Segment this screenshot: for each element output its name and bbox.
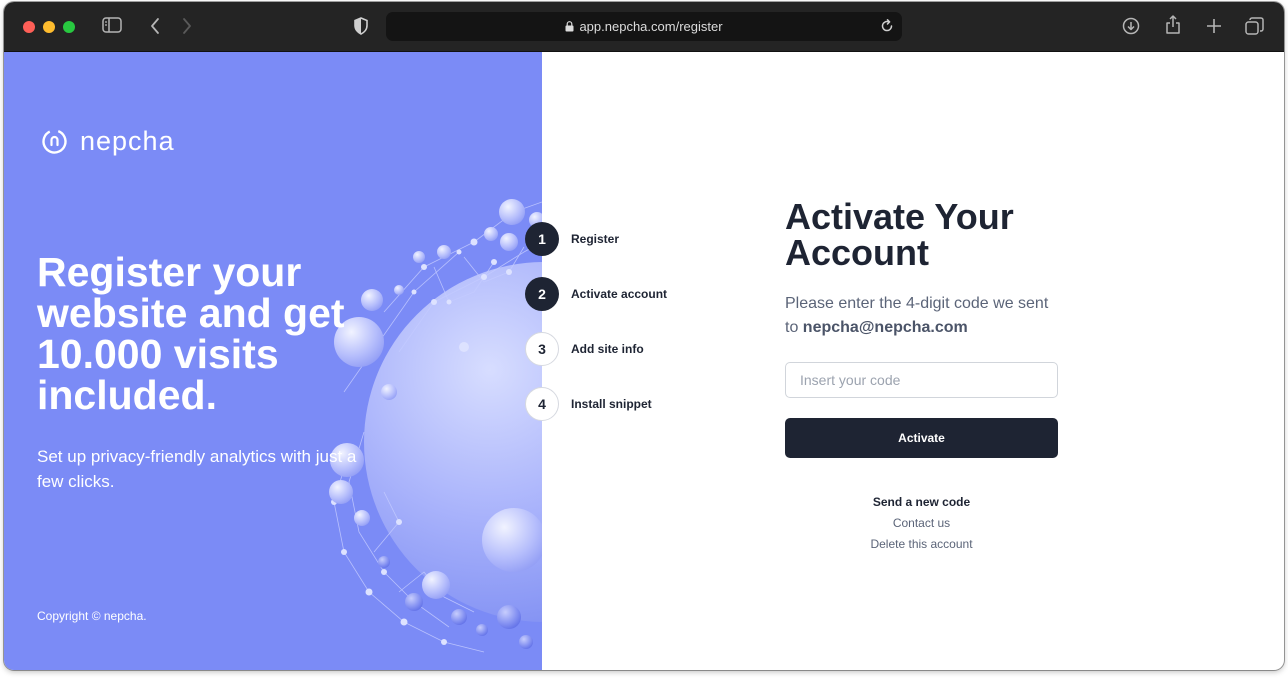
minimize-window-button[interactable]: [43, 21, 55, 33]
close-window-button[interactable]: [23, 21, 35, 33]
send-new-code-link[interactable]: Send a new code: [785, 492, 1058, 513]
activation-code-input[interactable]: [785, 362, 1058, 398]
form-description: Please enter the 4-digit code we sent to…: [785, 292, 1065, 340]
step-add-site-info: 3 Add site info: [525, 332, 644, 366]
lock-icon: [565, 21, 574, 32]
zoom-window-button[interactable]: [63, 21, 75, 33]
copyright-text: Copyright © nepcha.: [37, 609, 147, 623]
browser-toolbar: app.nepcha.com/register: [4, 2, 1284, 52]
step-label: Install snippet: [571, 397, 652, 411]
form-links: Send a new code Contact us Delete this a…: [785, 492, 1058, 555]
address-url: app.nepcha.com/register: [386, 12, 902, 41]
step-number: 4: [525, 387, 559, 421]
tab-overview-icon[interactable]: [1245, 17, 1264, 40]
step-label: Add site info: [571, 342, 644, 356]
nepcha-logo-icon: [42, 129, 67, 154]
reload-icon[interactable]: [880, 19, 894, 38]
step-install-snippet: 4 Install snippet: [525, 387, 652, 421]
left-hero-panel: nepcha Register your website and get 10.…: [4, 52, 542, 670]
activate-button[interactable]: Activate: [785, 418, 1058, 458]
step-number: 2: [525, 277, 559, 311]
forward-arrow-icon[interactable]: [181, 17, 193, 40]
logo-wordmark: nepcha: [80, 126, 175, 156]
back-arrow-icon[interactable]: [149, 17, 161, 40]
sidebar-toggle-icon[interactable]: [102, 17, 122, 38]
privacy-shield-icon[interactable]: [354, 17, 368, 40]
browser-window: app.nepcha.com/register nepcha Register …: [4, 2, 1284, 670]
step-label: Register: [571, 232, 620, 246]
step-label: Activate account: [571, 287, 668, 301]
address-bar[interactable]: app.nepcha.com/register: [386, 12, 902, 41]
contact-us-link[interactable]: Contact us: [785, 513, 1058, 534]
url-text: app.nepcha.com/register: [579, 19, 723, 34]
hero-subline: Set up privacy-friendly analytics with j…: [37, 447, 357, 491]
nepcha-logo[interactable]: nepcha: [41, 126, 175, 157]
delete-account-link[interactable]: Delete this account: [785, 534, 1058, 555]
step-number: 1: [525, 222, 559, 256]
step-activate-account: 2 Activate account: [525, 277, 667, 311]
share-icon[interactable]: [1165, 14, 1181, 40]
new-tab-icon[interactable]: [1206, 18, 1222, 39]
form-title: Activate Your Account: [785, 196, 1014, 273]
step-number: 3: [525, 332, 559, 366]
step-register: 1 Register: [525, 222, 619, 256]
hero-headline: Register your website and get 10.000 vis…: [37, 249, 345, 418]
user-email: nepcha@nepcha.com: [802, 319, 968, 336]
download-icon[interactable]: [1122, 17, 1140, 40]
